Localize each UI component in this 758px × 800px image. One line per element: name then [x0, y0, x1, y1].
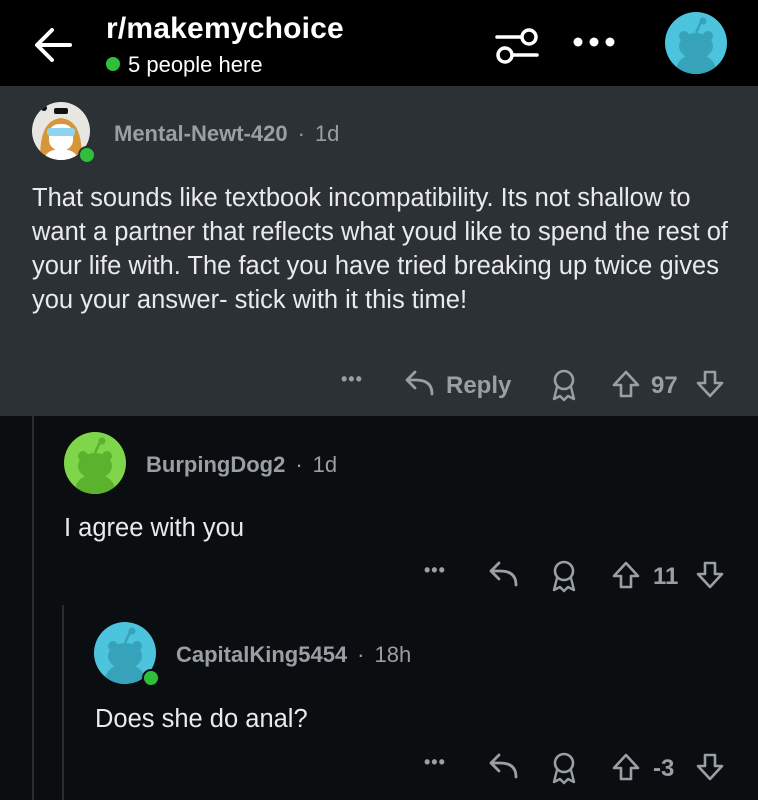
reply-icon[interactable] — [486, 559, 520, 591]
comment-actions: ••• -3 — [0, 749, 758, 789]
meta-separator: · — [295, 452, 303, 477]
meta-separator: · — [357, 642, 365, 667]
thread-line[interactable] — [32, 416, 34, 800]
comment-author[interactable]: CapitalKing5454 — [176, 642, 347, 667]
online-status-icon — [78, 146, 96, 164]
subreddit-title[interactable]: r/makemychoice — [106, 12, 344, 46]
upvote-icon[interactable] — [611, 560, 641, 590]
award-icon[interactable] — [549, 559, 579, 593]
online-indicator: 5 people here — [106, 52, 263, 78]
back-arrow-icon[interactable] — [30, 22, 76, 68]
meta-separator: · — [297, 121, 305, 146]
comment-meta: Mental-Newt-420 · 1d — [114, 121, 339, 147]
upvote-icon[interactable] — [611, 369, 641, 399]
comment-actions: ••• Reply 97 — [0, 366, 758, 406]
more-options-icon[interactable] — [570, 30, 618, 54]
upvote-icon[interactable] — [611, 752, 641, 782]
comment-age: 1d — [314, 121, 340, 146]
comment-more-button[interactable]: ••• — [341, 369, 363, 390]
vote-score: 97 — [651, 372, 678, 399]
downvote-icon[interactable] — [695, 369, 725, 399]
comment-body: I agree with you — [64, 514, 245, 542]
vote-score: -3 — [653, 755, 675, 782]
comment-author[interactable]: Mental-Newt-420 — [114, 121, 288, 146]
user-avatar[interactable] — [665, 12, 727, 74]
comment-actions: ••• 11 — [0, 557, 758, 597]
reply-icon[interactable] — [486, 751, 520, 783]
downvote-icon[interactable] — [695, 560, 725, 590]
comment-age: 1d — [312, 452, 338, 477]
vote-score: 11 — [653, 563, 679, 590]
comment-body: Does she do anal? — [95, 705, 308, 733]
reply-button[interactable]: Reply — [446, 372, 511, 400]
downvote-icon[interactable] — [695, 752, 725, 782]
top-bar: r/makemychoice 5 people here — [0, 0, 758, 86]
comment-meta: BurpingDog2 · 1d — [146, 452, 337, 478]
online-dot-icon — [106, 57, 120, 71]
reply-icon[interactable] — [402, 368, 436, 400]
avatar[interactable] — [64, 432, 126, 494]
comment-more-button[interactable]: ••• — [424, 752, 446, 773]
filter-icon[interactable] — [493, 25, 541, 67]
online-count: 5 people here — [128, 52, 263, 77]
comment-age: 18h — [374, 642, 412, 667]
award-icon[interactable] — [549, 751, 579, 785]
comment-meta: CapitalKing5454 · 18h — [176, 642, 411, 668]
online-status-icon — [142, 669, 160, 687]
comment-body: That sounds like textbook incompatibilit… — [32, 184, 728, 314]
award-icon[interactable] — [549, 368, 579, 402]
comment-more-button[interactable]: ••• — [424, 560, 446, 581]
comment-author[interactable]: BurpingDog2 — [146, 452, 285, 477]
